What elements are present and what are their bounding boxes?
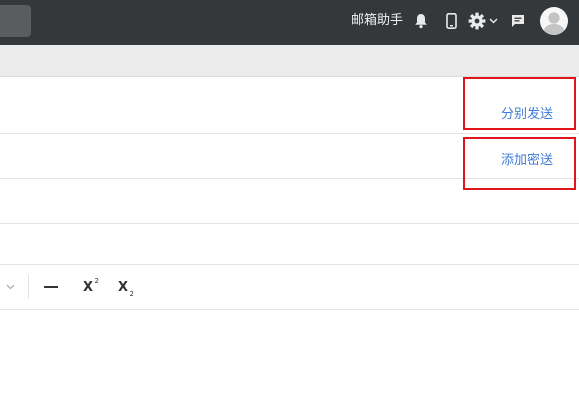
chevron-down-icon xyxy=(6,284,14,290)
superscript-button[interactable]: X2 xyxy=(78,276,100,298)
avatar[interactable] xyxy=(540,7,568,35)
chevron-down-icon xyxy=(489,18,498,24)
phone-icon[interactable] xyxy=(444,12,458,30)
horizontal-rule-button[interactable] xyxy=(42,276,60,298)
user-icon xyxy=(543,12,565,35)
sub-header-bar xyxy=(0,45,579,77)
bell-icon[interactable] xyxy=(413,12,429,30)
gear-icon xyxy=(468,12,486,30)
top-bar: 邮箱助手 xyxy=(0,0,579,45)
subscript-icon: X2 xyxy=(117,279,135,298)
message-icon[interactable] xyxy=(510,12,525,30)
settings-menu[interactable] xyxy=(468,12,498,30)
superscript-icon: X2 xyxy=(82,276,100,295)
search-box[interactable] xyxy=(0,5,31,37)
subscript-button[interactable]: X2 xyxy=(113,276,135,298)
highlight-box xyxy=(463,137,576,190)
toolbar-divider xyxy=(28,275,29,299)
mail-helper-link[interactable]: 邮箱助手 xyxy=(351,13,403,29)
highlight-box xyxy=(463,77,576,130)
attachment-row xyxy=(0,224,579,265)
format-dropdown[interactable] xyxy=(3,276,17,298)
horizontal-rule-icon xyxy=(44,286,58,288)
